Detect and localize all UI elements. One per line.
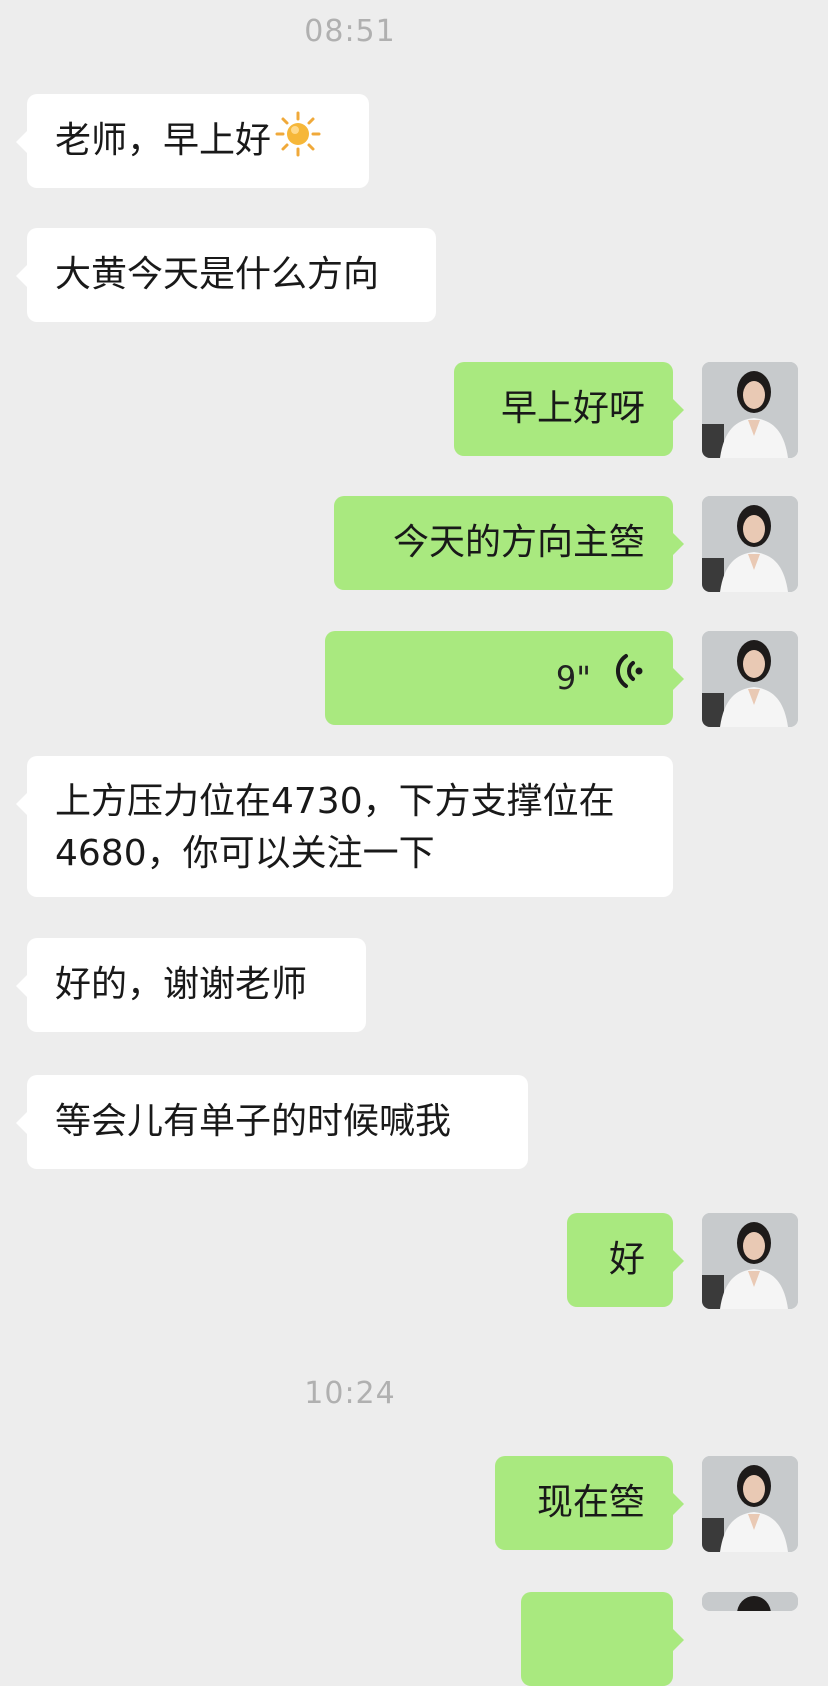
message-text: 等会儿有单子的时候喊我 [55, 1101, 452, 1142]
avatar[interactable] [702, 496, 798, 592]
message-text: 好的，谢谢老师 [55, 964, 308, 1005]
message-text: 大黄今天是什么方向 [55, 254, 380, 295]
timestamp: 10:24 [304, 1376, 396, 1411]
incoming-message[interactable]: 老师，早上好 [16, 94, 369, 188]
outgoing-message[interactable]: 现在箜 [495, 1456, 684, 1550]
voice-wave-icon [615, 651, 645, 706]
avatar[interactable] [702, 362, 798, 458]
message-text: 今天的方向主箜 [392, 522, 645, 563]
outgoing-message[interactable]: 早上好呀 [454, 362, 684, 456]
avatar[interactable] [702, 1592, 798, 1611]
sun-icon [275, 111, 321, 172]
incoming-message[interactable]: 上方压力位在4730，下方支撑位在4680，你可以关注一下 [16, 756, 673, 897]
outgoing-message[interactable]: 好 [567, 1213, 684, 1307]
incoming-message[interactable]: 大黄今天是什么方向 [16, 228, 436, 322]
incoming-message[interactable]: 等会儿有单子的时候喊我 [16, 1075, 528, 1169]
outgoing-message[interactable]: 今天的方向主箜 [334, 496, 684, 590]
outgoing-message-partial[interactable] [521, 1592, 684, 1686]
message-text: 上方压力位在4730，下方支撑位在4680，你可以关注一下 [55, 781, 615, 874]
voice-duration: 9" [555, 659, 591, 697]
message-text: 好 [608, 1239, 645, 1280]
incoming-message[interactable]: 好的，谢谢老师 [16, 938, 366, 1032]
avatar[interactable] [702, 631, 798, 727]
message-text: 现在箜 [536, 1482, 645, 1523]
voice-message[interactable]: 9" [325, 631, 684, 725]
avatar[interactable] [702, 1456, 798, 1552]
message-text: 老师，早上好 [55, 120, 272, 161]
message-text: 早上好呀 [500, 388, 645, 429]
timestamp: 08:51 [304, 14, 396, 49]
avatar[interactable] [702, 1213, 798, 1309]
